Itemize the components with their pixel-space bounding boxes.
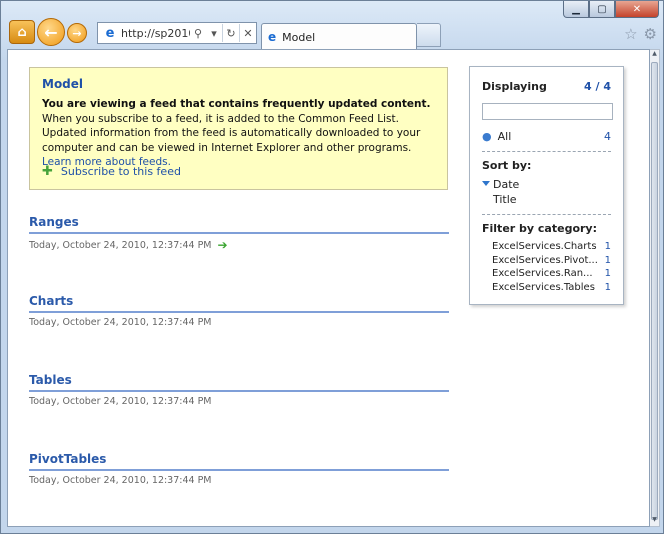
displaying-count: 4 / 4 [584, 80, 611, 93]
feed-description-text: When you subscribe to a feed, it is adde… [42, 112, 421, 154]
displaying-label: Displaying [482, 80, 547, 93]
entry-date: Today, October 24, 2010, 12:37:44 PM [29, 317, 449, 328]
sort-by-title[interactable]: Title [482, 193, 611, 206]
address-text[interactable]: http://sp2010... [121, 27, 190, 40]
displaying-header: Displaying 4 / 4 [482, 80, 611, 93]
sort-label: Sort by: [482, 159, 532, 172]
tools-gear-icon[interactable]: ⚙ [644, 25, 657, 43]
category-item[interactable]: ExcelServices.Charts 1 [482, 240, 611, 254]
ie-logo-icon: e [105, 25, 115, 41]
entry-title[interactable]: Ranges [29, 215, 449, 234]
refresh-icon[interactable]: ↻ [223, 23, 239, 43]
category-count: 1 [604, 268, 611, 279]
stop-icon[interactable]: ✕ [240, 23, 256, 43]
address-bar[interactable]: e http://sp2010... ⚲ ▾ ↻ ✕ [97, 22, 257, 44]
feed-entry: Ranges Today, October 24, 2010, 12:37:44… [29, 215, 449, 252]
feed-description-bold: You are viewing a feed that contains fre… [42, 98, 431, 110]
all-count: 4 [604, 130, 611, 143]
entry-date: Today, October 24, 2010, 12:37:44 PM [29, 396, 449, 407]
category-item[interactable]: ExcelServices.Tables 1 [482, 281, 611, 295]
sort-by-date[interactable]: Date [482, 178, 611, 191]
feed-description: You are viewing a feed that contains fre… [42, 97, 435, 170]
category-item[interactable]: ExcelServices.Pivot... 1 [482, 254, 611, 268]
dropdown-arrow-icon[interactable]: ▾ [206, 23, 222, 43]
category-count: 1 [604, 281, 611, 293]
favorites-star-icon[interactable]: ☆ [624, 25, 637, 43]
subscribe-star-icon: ✚ [42, 164, 53, 179]
filter-all[interactable]: ● All 4 [482, 130, 611, 143]
back-button[interactable]: ← [37, 18, 65, 46]
entry-date-text: Today, October 24, 2010, 12:37:44 PM [29, 317, 212, 328]
tool-icons: ☆ ⚙ [624, 25, 657, 43]
entry-title[interactable]: PivotTables [29, 452, 449, 471]
entry-date: Today, October 24, 2010, 12:37:44 PM [29, 475, 449, 486]
category-name: ExcelServices.Tables [492, 281, 595, 293]
forward-button[interactable]: → [67, 23, 87, 43]
feed-title: Model [42, 77, 84, 91]
scroll-up-arrow-icon[interactable]: ▲ [650, 50, 659, 60]
feed-entry: PivotTables Today, October 24, 2010, 12:… [29, 452, 449, 486]
scroll-down-arrow-icon[interactable]: ▼ [650, 516, 659, 526]
vertical-scrollbar[interactable]: ▲ ▼ [650, 49, 660, 527]
entry-date-text: Today, October 24, 2010, 12:37:44 PM [29, 396, 212, 407]
filter-label: Filter by category: [482, 222, 597, 235]
browser-window: ▁ ▢ ✕ ⌂ ← → e http://sp2010... ⚲ ▾ ↻ ✕ e… [0, 0, 664, 534]
all-label: All [497, 130, 512, 143]
scroll-thumb[interactable] [651, 62, 658, 520]
feed-info-box: Model You are viewing a feed that contai… [29, 67, 448, 190]
bullet-icon: ● [482, 130, 492, 143]
entry-date-text: Today, October 24, 2010, 12:37:44 PM [29, 475, 212, 486]
divider [482, 151, 611, 152]
feed-search-input[interactable] [482, 103, 613, 120]
entry-date-text: Today, October 24, 2010, 12:37:44 PM [29, 239, 212, 251]
tab-page-icon: e [268, 30, 277, 44]
category-item[interactable]: ExcelServices.Ran... 1 [482, 267, 611, 281]
category-name: ExcelServices.Charts [492, 241, 597, 252]
category-name: ExcelServices.Pivot... [492, 254, 598, 266]
category-count: 1 [604, 241, 611, 252]
category-count: 1 [604, 254, 611, 266]
page-content: Model You are viewing a feed that contai… [7, 49, 650, 527]
divider [482, 214, 611, 215]
feeds-home-icon[interactable]: ⌂ [9, 20, 35, 44]
subscribe-row[interactable]: ✚ Subscribe to this feed [42, 164, 181, 179]
tab-model[interactable]: e Model [261, 23, 417, 50]
entry-title[interactable]: Tables [29, 373, 449, 392]
search-icon[interactable]: ⚲ [190, 23, 206, 43]
browser-toolbar: ⌂ ← → e http://sp2010... ⚲ ▾ ↻ ✕ e Model… [5, 15, 661, 50]
feed-entry: Charts Today, October 24, 2010, 12:37:44… [29, 294, 449, 328]
feed-filter-panel: Displaying 4 / 4 ● All 4 Sort by: Date Ti… [469, 66, 624, 305]
tab-label: Model [282, 30, 316, 44]
new-tab-button[interactable] [417, 23, 441, 47]
go-arrow-icon[interactable]: ➔ [218, 238, 228, 252]
category-name: ExcelServices.Ran... [492, 268, 593, 279]
subscribe-link[interactable]: Subscribe to this feed [61, 165, 181, 178]
feed-entry: Tables Today, October 24, 2010, 12:37:44… [29, 373, 449, 407]
entry-date: Today, October 24, 2010, 12:37:44 PM ➔ [29, 238, 449, 252]
entry-title[interactable]: Charts [29, 294, 449, 313]
